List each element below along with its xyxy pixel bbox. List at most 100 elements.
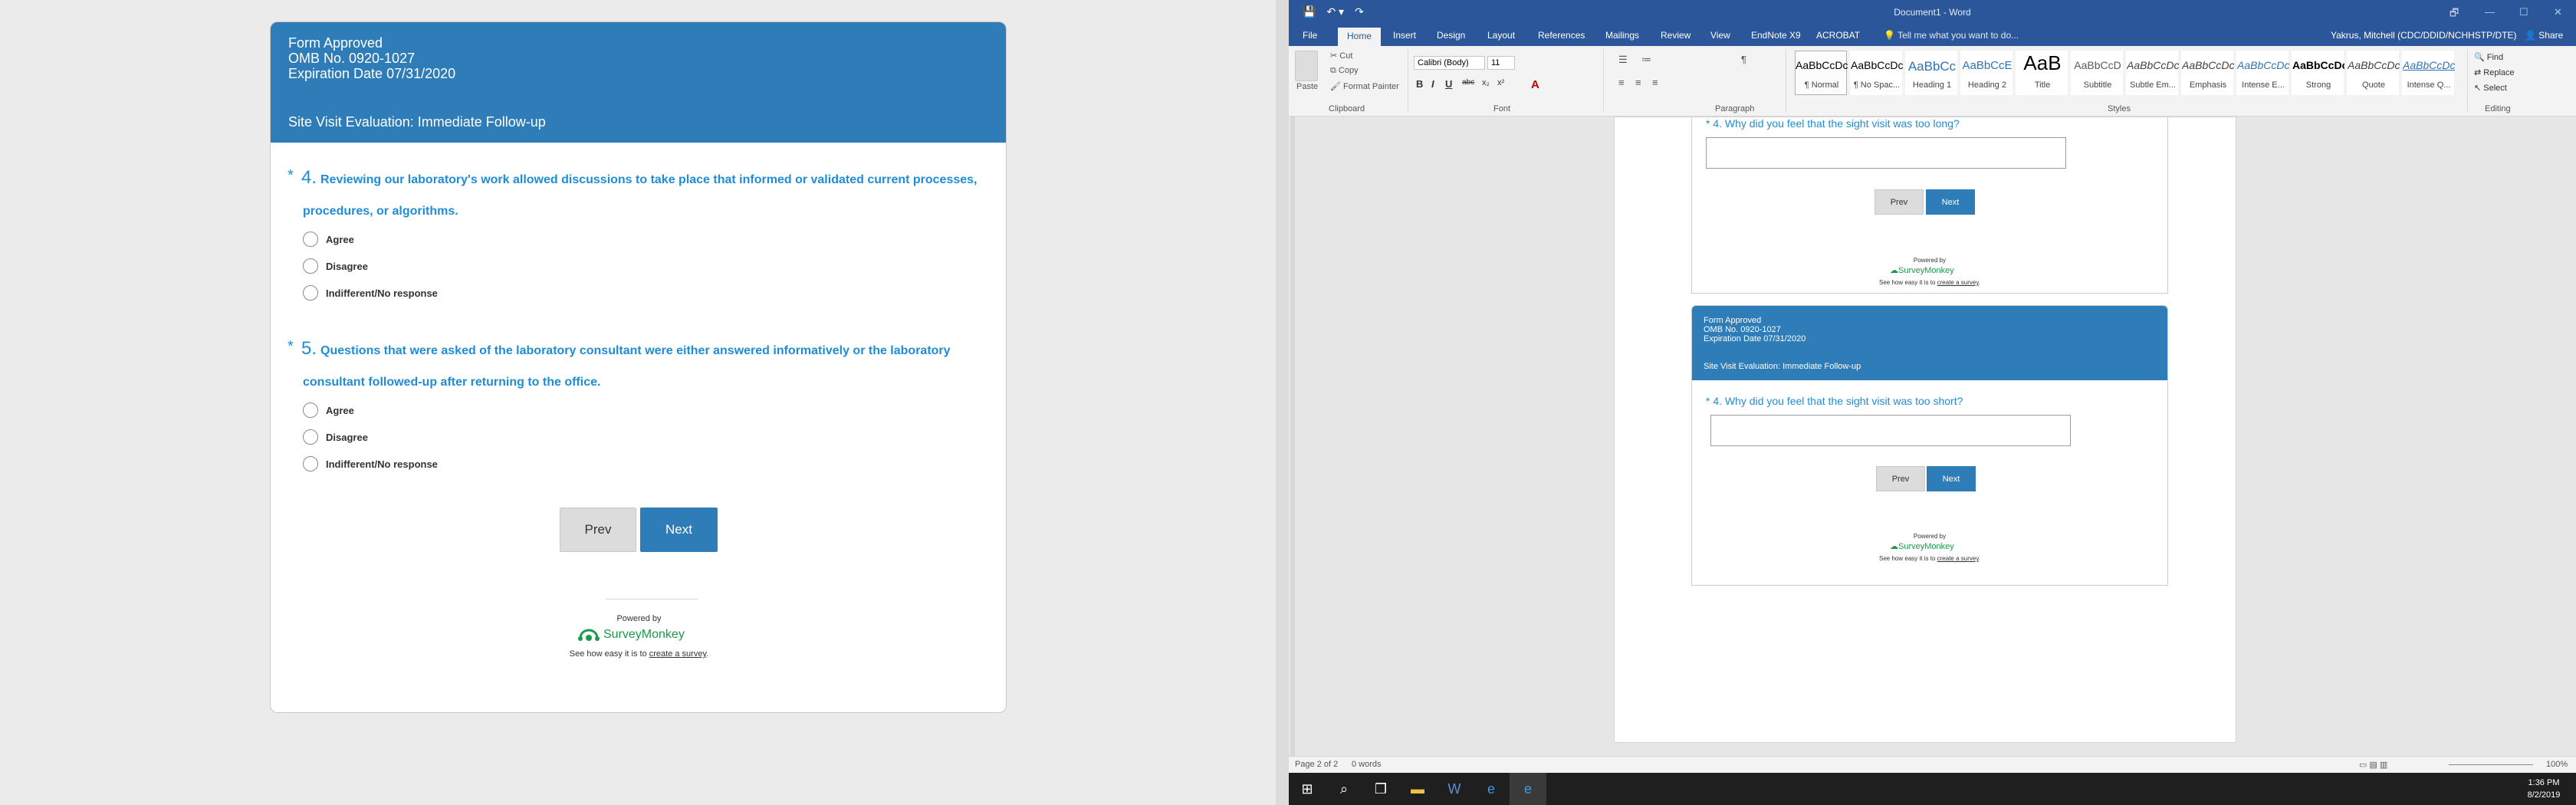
radio-button[interactable] <box>303 402 318 418</box>
style-no-spacing[interactable]: AaBbCcDc ¶ No Spac... <box>1850 51 1903 95</box>
create-survey-link[interactable]: create a survey <box>649 649 706 659</box>
tab-review[interactable]: Review <box>1661 30 1691 41</box>
cut-button[interactable]: ✂ Cut <box>1330 51 1352 61</box>
search-icon[interactable]: ⌕ <box>1326 773 1362 805</box>
style-normal[interactable]: AaBbCcDc ¶ Normal <box>1795 51 1848 95</box>
edge-icon[interactable]: e <box>1473 773 1510 805</box>
file-explorer-icon[interactable]: ▬ <box>1399 773 1436 805</box>
underline-button[interactable]: U <box>1445 78 1452 90</box>
user-name[interactable]: Yakrus, Mitchell (CDC/DDID/NCHHSTP/DTE) <box>2331 30 2516 41</box>
style-title[interactable]: AaB Title <box>2016 51 2068 95</box>
tab-layout[interactable]: Layout <box>1487 30 1515 41</box>
radio-button[interactable] <box>303 258 318 274</box>
tab-references[interactable]: References <box>1538 30 1585 41</box>
bold-button[interactable]: B <box>1416 78 1423 90</box>
system-clock[interactable]: 1:36 PM 8/2/2019 <box>2517 777 2571 801</box>
numbering-icon[interactable]: ≔ <box>1641 54 1651 66</box>
option-agree[interactable]: Agree <box>303 401 354 419</box>
answer-input[interactable] <box>1710 415 2071 446</box>
replace-button[interactable]: ⇄ Replace <box>2474 67 2515 77</box>
radio-button[interactable] <box>303 429 318 445</box>
tab-design[interactable]: Design <box>1437 30 1465 41</box>
tell-me-search[interactable]: 💡 Tell me what you want to do... <box>1884 30 2019 41</box>
tab-endnote[interactable]: EndNote X9 <box>1751 30 1801 41</box>
style-intense-quote[interactable]: AaBbCcDc Intense Q... <box>2402 51 2455 95</box>
style-emphasis[interactable]: AaBbCcDc Emphasis <box>2181 51 2234 95</box>
answer-input[interactable] <box>1706 137 2066 169</box>
option-indifferent[interactable]: Indifferent/No response <box>303 455 438 473</box>
option-disagree[interactable]: Disagree <box>303 257 368 275</box>
tab-acrobat[interactable]: ACROBAT <box>1816 30 1860 41</box>
zoom-level[interactable]: 100% <box>2546 760 2568 769</box>
tab-view[interactable]: View <box>1710 30 1730 41</box>
document-page[interactable]: * 4. Why did you feel that the sight vis… <box>1614 117 2236 743</box>
option-disagree[interactable]: Disagree <box>303 428 368 446</box>
prev-button[interactable]: Prev <box>1875 189 1924 215</box>
surveymonkey-logo: ☁ SurveyMonkey <box>1890 265 1954 276</box>
align-left-icon[interactable]: ≡ <box>1618 77 1625 88</box>
next-button[interactable]: Next <box>1927 466 1976 491</box>
share-button[interactable]: 👤 Share <box>2525 30 2563 41</box>
style-preview: AaBbCcDc <box>2348 59 2400 71</box>
prev-button[interactable]: Prev <box>560 508 636 552</box>
superscript-button[interactable]: x² <box>1497 78 1504 87</box>
pilcrow-icon[interactable]: ¶ <box>1741 54 1746 65</box>
style-label: Title <box>2034 80 2051 90</box>
view-buttons[interactable]: ▭ ▤ ▥ <box>2359 760 2387 770</box>
style-label: Intense E... <box>2242 80 2285 90</box>
strikethrough-button[interactable]: abc <box>1462 78 1474 87</box>
radio-button[interactable] <box>303 285 318 301</box>
option-indifferent[interactable]: Indifferent/No response <box>303 284 438 302</box>
copy-button[interactable]: ⧉ Copy <box>1330 66 1359 76</box>
scissors-icon: ✂ <box>1330 51 1340 61</box>
style-strong[interactable]: AaBbCcDc Strong <box>2292 51 2344 95</box>
next-button[interactable]: Next <box>1926 189 1975 215</box>
create-survey-link[interactable]: create a survey <box>1937 555 1979 562</box>
style-subtle-emphasis[interactable]: AaBbCcDc Subtle Em... <box>2126 51 2179 95</box>
maximize-button[interactable]: ☐ <box>2519 6 2528 18</box>
minimize-button[interactable]: — <box>2485 6 2495 18</box>
document-canvas[interactable]: * 4. Why did you feel that the sight vis… <box>1289 117 2576 756</box>
style-quote[interactable]: AaBbCcDc Quote <box>2347 51 2400 95</box>
subscript-button[interactable]: x₂ <box>1482 78 1490 87</box>
align-center-icon[interactable]: ≡ <box>1635 77 1641 88</box>
style-intense-emphasis[interactable]: AaBbCcDc Intense E... <box>2236 51 2289 95</box>
next-button[interactable]: Next <box>640 508 718 552</box>
radio-button[interactable] <box>303 232 318 247</box>
page-count[interactable]: Page 2 of 2 <box>1295 760 1338 769</box>
word-app-icon[interactable]: W <box>1436 773 1473 805</box>
style-heading-1[interactable]: AaBbCc Heading 1 <box>1905 51 1957 95</box>
font-color-icon[interactable]: A <box>1531 78 1539 91</box>
font-size-select[interactable]: 11 <box>1487 56 1515 70</box>
option-agree[interactable]: Agree <box>303 230 354 248</box>
tab-file[interactable]: File <box>1303 30 1317 41</box>
radio-button[interactable] <box>303 456 318 472</box>
zoom-slider[interactable] <box>2449 764 2533 765</box>
style-preview: AaBbCcE <box>1962 59 2013 72</box>
tab-insert[interactable]: Insert <box>1393 30 1416 41</box>
word-count[interactable]: 0 words <box>1352 760 1382 769</box>
surveymonkey-logo[interactable]: SurveyMonkey <box>577 626 685 643</box>
select-button[interactable]: ↖ Select <box>2474 83 2507 93</box>
align-right-icon[interactable]: ≡ <box>1652 77 1658 88</box>
ie-icon[interactable]: e <box>1510 773 1546 805</box>
bullets-icon[interactable]: ☰ <box>1618 54 1628 66</box>
task-view-icon[interactable]: ❐ <box>1362 773 1399 805</box>
italic-button[interactable]: I <box>1431 78 1434 90</box>
style-label: Strong <box>2305 80 2331 90</box>
tab-home[interactable]: Home <box>1338 28 1382 46</box>
create-survey-link[interactable]: create a survey <box>1937 279 1979 286</box>
paste-button[interactable]: Paste <box>1296 82 1318 91</box>
style-subtitle[interactable]: AaBbCcD Subtitle <box>2071 51 2123 95</box>
restore-ribbon-icon[interactable]: 🗗 <box>2450 6 2459 23</box>
windows-start-icon[interactable]: ⊞ <box>1289 773 1326 805</box>
tab-mailings[interactable]: Mailings <box>1605 30 1639 41</box>
font-name-select[interactable]: Calibri (Body) <box>1414 56 1485 70</box>
close-button[interactable]: ✕ <box>2554 6 2562 18</box>
prev-button[interactable]: Prev <box>1876 466 1925 491</box>
paste-icon[interactable] <box>1295 51 1318 81</box>
find-button[interactable]: 🔍 Find <box>2474 52 2503 62</box>
option-label: Indifferent/No response <box>326 458 438 470</box>
style-heading-2[interactable]: AaBbCcE Heading 2 <box>1960 51 2013 95</box>
format-painter-button[interactable]: 🖌 Format Painter <box>1330 81 1399 91</box>
